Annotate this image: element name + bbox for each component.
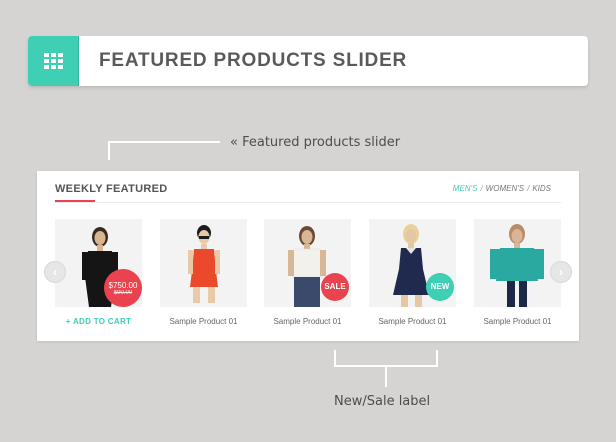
- panel-title: WEEKLY FEATURED: [55, 183, 168, 195]
- callout-top-vertical: [108, 141, 110, 160]
- category-tab-mens[interactable]: MEN'S: [453, 184, 478, 193]
- grid-icon: [43, 53, 63, 69]
- category-tab-womens[interactable]: WOMEN'S: [486, 184, 524, 193]
- category-separator: /: [527, 184, 530, 193]
- callout-top-horizontal: [108, 141, 220, 143]
- product-card[interactable]: $750.00 $90.00 + ADD TO CART: [55, 219, 142, 326]
- product-image[interactable]: SALE: [264, 219, 351, 307]
- callout-bottom-label: New/Sale label: [334, 394, 431, 409]
- badge-old-price: $90.00: [113, 289, 133, 296]
- product-card[interactable]: NEW Sample Product 01: [369, 219, 456, 326]
- product-card[interactable]: Sample Product 01: [160, 219, 247, 326]
- category-separator: /: [480, 184, 483, 193]
- product-name[interactable]: Sample Product 01: [160, 317, 247, 326]
- category-tab-kids[interactable]: KIDS: [532, 184, 551, 193]
- callout-top-label: « Featured products slider: [230, 135, 401, 150]
- product-image[interactable]: NEW: [369, 219, 456, 307]
- add-to-cart-button[interactable]: + ADD TO CART: [55, 317, 142, 326]
- product-card[interactable]: Sample Product 01: [474, 219, 561, 326]
- chevron-right-icon: ›: [559, 265, 563, 279]
- new-badge: NEW: [426, 273, 454, 301]
- sale-badge: SALE: [321, 273, 349, 301]
- panel-divider: [55, 202, 561, 203]
- product-name[interactable]: Sample Product 01: [369, 317, 456, 326]
- banner-icon-box: [28, 36, 79, 86]
- banner-title: FEATURED PRODUCTS SLIDER: [99, 50, 408, 71]
- prev-arrow-button[interactable]: ‹: [44, 261, 66, 283]
- product-image[interactable]: $750.00 $90.00: [55, 219, 142, 307]
- price-badge: $750.00 $90.00: [104, 269, 142, 307]
- product-image[interactable]: [474, 219, 561, 307]
- badge-price: $750.00: [108, 280, 138, 290]
- product-slider: $750.00 $90.00 + ADD TO CART Sample Prod…: [55, 219, 561, 329]
- featured-products-panel: WEEKLY FEATURED MEN'S / WOMEN'S / KIDS $…: [37, 171, 579, 341]
- product-name[interactable]: Sample Product 01: [474, 317, 561, 326]
- chevron-left-icon: ‹: [53, 265, 57, 279]
- product-photo: [160, 219, 247, 307]
- category-nav: MEN'S / WOMEN'S / KIDS: [453, 184, 551, 193]
- next-arrow-button[interactable]: ›: [550, 261, 572, 283]
- product-photo: [474, 219, 561, 307]
- header-banner: FEATURED PRODUCTS SLIDER: [28, 36, 588, 86]
- callout-bottom-stem: [385, 365, 387, 387]
- product-card[interactable]: SALE Sample Product 01: [264, 219, 351, 326]
- product-name[interactable]: Sample Product 01: [264, 317, 351, 326]
- product-image[interactable]: [160, 219, 247, 307]
